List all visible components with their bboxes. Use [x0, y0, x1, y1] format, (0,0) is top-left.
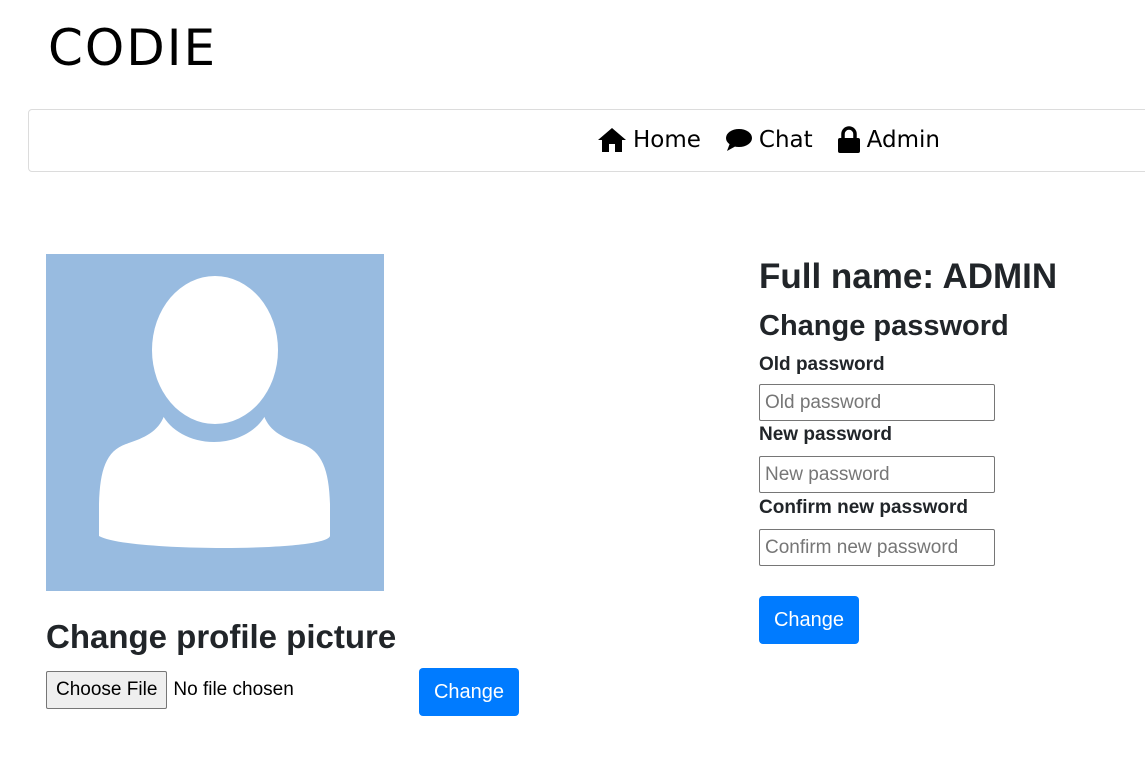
site-brand[interactable]: CODIE: [48, 18, 217, 78]
choose-file-button[interactable]: Choose File: [46, 671, 168, 709]
new-password-label: New password: [759, 424, 893, 445]
old-password-input[interactable]: [759, 384, 995, 421]
full-name-heading: Full name: ADMIN: [759, 257, 1058, 296]
user-silhouette-icon: [99, 276, 330, 548]
change-password-heading: Change password: [759, 310, 1009, 342]
lock-icon: [837, 126, 860, 153]
old-password-label: Old password: [759, 354, 885, 375]
change-password-button[interactable]: Change: [759, 596, 859, 644]
no-file-chosen-text: No file chosen: [173, 679, 294, 700]
nav-item-label: Home: [633, 127, 701, 153]
confirm-password-label: Confirm new password: [759, 497, 969, 518]
account-panel: Full name: ADMIN Change password Old pas…: [759, 255, 1139, 566]
nav-item-label: Chat: [758, 127, 813, 153]
confirm-password-input[interactable]: [759, 529, 995, 566]
file-input: Choose File No file chosen: [46, 671, 294, 709]
nav-item-admin[interactable]: Admin: [837, 126, 940, 154]
navbar: Home Chat Admin: [28, 109, 1145, 172]
change-picture-button[interactable]: Change: [419, 668, 519, 716]
profile-avatar: [46, 254, 384, 591]
change-picture-heading: Change profile picture: [46, 618, 397, 655]
nav-item-chat[interactable]: Chat: [725, 127, 813, 153]
nav-menu: Home Chat Admin: [597, 126, 940, 154]
chat-bubble-icon: [725, 129, 752, 151]
nav-item-home[interactable]: Home: [597, 127, 701, 153]
home-icon: [598, 128, 626, 152]
new-password-input[interactable]: [759, 456, 995, 493]
nav-item-label: Admin: [866, 127, 940, 153]
